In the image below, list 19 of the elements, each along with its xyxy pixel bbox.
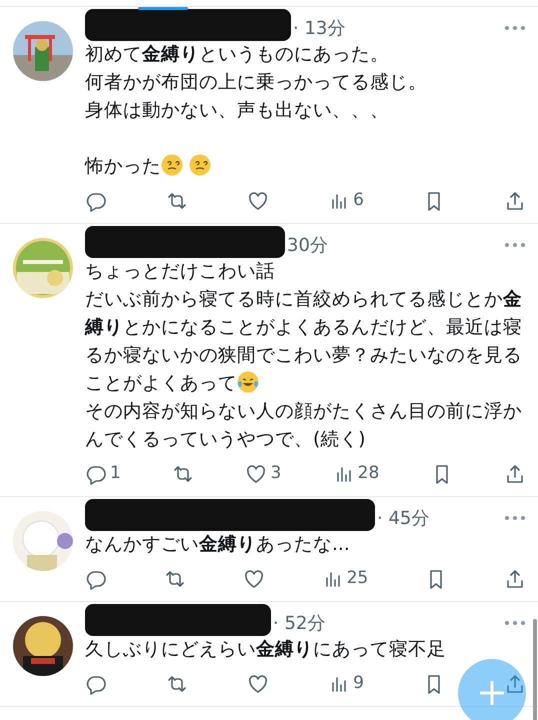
views-button[interactable]: 6 bbox=[328, 188, 364, 214]
tweet-text: だいぶ前から寝てる時に首絞められてる感じとか金縛りとかになることがよくあるんだけど、最近は寝るか寝ないかの狭間でこわい夢？みたいなのを見ることがよくあって bbox=[85, 288, 523, 396]
tweet-text: 怖かった bbox=[85, 153, 211, 181]
reply-button[interactable]: 1 bbox=[85, 461, 121, 487]
views-button[interactable]: 25 bbox=[322, 566, 368, 592]
tweet-time[interactable]: · 13分 bbox=[293, 14, 346, 42]
views-button[interactable]: 9 bbox=[328, 671, 364, 697]
tweet-text: 身体は動かない、声も出ない、、、 bbox=[85, 99, 389, 123]
tweet-text: 初めて金縛りというものにあった。 bbox=[85, 43, 389, 67]
views-button[interactable]: 28 bbox=[332, 461, 380, 487]
tweet-text: なんかすごい金縛りあったな... bbox=[85, 533, 350, 557]
tweet-text: その内容が知らない人の顔がたくさん目の前に浮かんでくるっていうやつで、(続く) bbox=[85, 400, 523, 452]
tweet-time[interactable]: · 52分 bbox=[273, 610, 326, 636]
like-button[interactable]: 3 bbox=[245, 461, 282, 487]
tweet-text: ちょっとだけこわい話 bbox=[85, 260, 275, 284]
tweet-time[interactable]: · 45分 bbox=[377, 504, 430, 532]
tweet-text: 何者かが布団の上に乗っかってる感じ。 bbox=[85, 71, 427, 95]
tweet-time[interactable]: 30分 bbox=[287, 232, 328, 258]
tweet-text: 久しぶりにどえらい金縛りにあって寝不足 bbox=[85, 638, 446, 662]
